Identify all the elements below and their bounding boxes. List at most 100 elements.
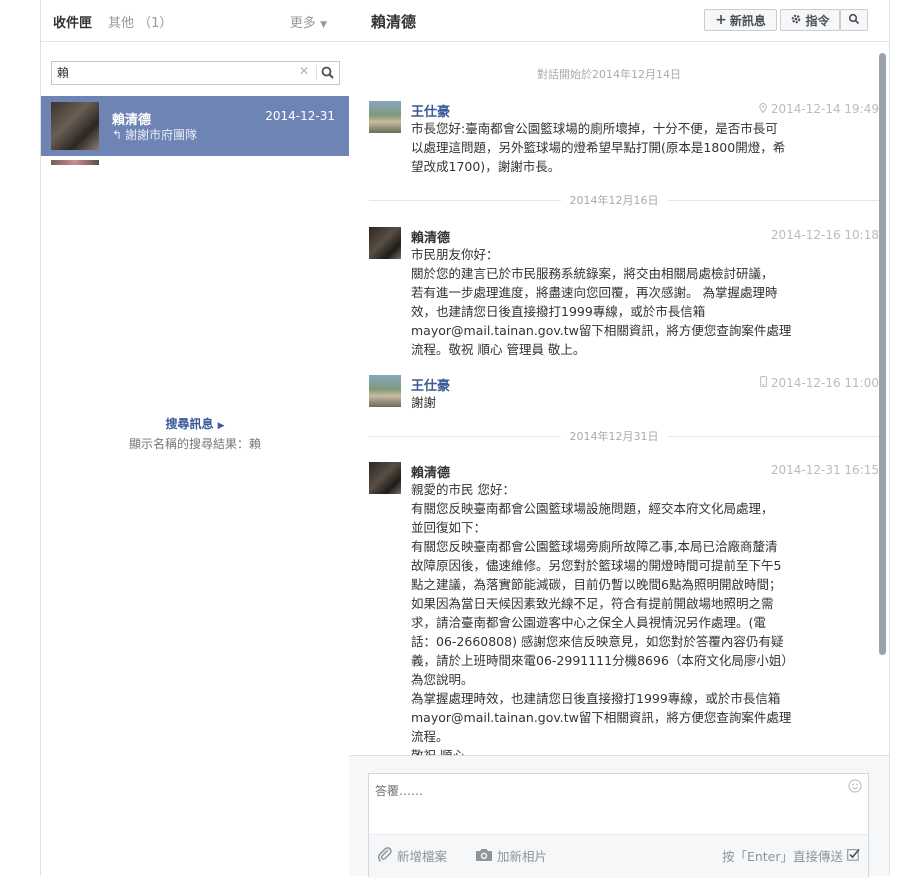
new-message-label: 新訊息: [729, 13, 766, 28]
search-messages-link[interactable]: 搜尋訊息 ▶: [165, 417, 224, 431]
conversation-snippet-text: 謝謝市府團隊: [125, 128, 198, 142]
message-time: 2014-12-16 11:00: [770, 376, 879, 390]
location-pin-icon: [759, 102, 767, 116]
message-line: 效，也建請您日後直接撥打1999專線，或於市長信箱: [411, 304, 706, 319]
reply-input[interactable]: [369, 774, 839, 834]
message-line: 敬祝 順心: [411, 746, 841, 755]
message-line: mayor@mail.tainan.gov.tw留下相關資訊，將方便您查詢案件處…: [411, 710, 792, 725]
conversation-snippet: ↰ 謝謝市府團隊: [112, 126, 197, 143]
message-time: 2014-12-14 19:49: [770, 102, 879, 116]
caret-down-icon: ▼: [320, 20, 327, 30]
conversation-title: 賴清德: [371, 13, 417, 31]
sender-name[interactable]: 賴清德: [411, 227, 450, 246]
search-separator: [316, 65, 317, 80]
add-photo-label: 加新相片: [497, 849, 548, 864]
message-line: 求，請洽臺南都會公園遊客中心之保全人員視情況另作處理。(電: [411, 615, 766, 630]
message-line: 為您說明。: [411, 672, 474, 687]
message-time: 2014-12-16 10:18: [770, 228, 879, 242]
message-line: 義，請於上班時間來電06-2991111分機8696（本府文化局廖小姐）: [411, 653, 794, 668]
clear-search-icon[interactable]: ✕: [299, 64, 309, 78]
message-line: 以處理這問題，另外籃球場的燈希望早點打開(原本是1800開燈，希: [411, 140, 786, 155]
mobile-phone-icon: [759, 376, 767, 390]
message-line: 話：06-2660808) 感謝您來信反映意見，如您對於答覆內容仍有疑: [411, 634, 784, 649]
message: 賴清德 2014-12-31 16:15 親愛的市民 您好： 有關您反映臺南都會…: [369, 462, 879, 755]
plus-icon: +: [715, 12, 727, 28]
emoji-icon[interactable]: [848, 779, 862, 793]
date-divider: 2014年12月31日: [349, 428, 879, 444]
message-line: 並回復如下：: [411, 520, 487, 535]
message-line: 有關您反映臺南都會公園籃球場旁廁所故障乙事,本局已洽廠商釐清: [411, 539, 778, 554]
inbox-panel: 收件匣 其他 （1） 更多 ▼ ✕ 賴清德 2014-12-31 ↰謝謝市府團隊…: [40, 0, 350, 875]
thread-scrollbar[interactable]: [879, 53, 886, 655]
message: 王仕豪 2014-12-16 11:00 謝謝: [369, 375, 879, 415]
composer: 新增檔案 加新相片 按「Enter」直接傳送: [349, 755, 889, 878]
checkbox-checked-icon: [847, 848, 860, 864]
search-icon[interactable]: [320, 65, 336, 81]
avatar[interactable]: [369, 101, 401, 133]
message: 賴清德 2014-12-16 10:18 市民朋友你好： 關於您的建言已於市民服…: [369, 227, 879, 357]
message-line: 點之建議，為落實節能減碳，目前仍暫以晚間6點為照明開啟時間；: [411, 577, 782, 592]
reply-box: 新增檔案 加新相片 按「Enter」直接傳送: [368, 773, 869, 878]
message-line: 親愛的市民 您好：: [411, 482, 515, 497]
conversation-item[interactable]: 賴清德 2014-12-31 ↰ 謝謝市府團隊: [41, 96, 349, 156]
message-line: 有關您反映臺南都會公園籃球場設施問題，經交本府文化局處理，: [411, 501, 774, 516]
add-photo-button[interactable]: 加新相片: [475, 846, 547, 865]
message-body: 市長您好:臺南都會公園籃球場的廁所壞掉，十分不便，是否市長可 以處理這問題，另外…: [411, 119, 841, 176]
inbox-header: 收件匣 其他 （1） 更多 ▼: [41, 0, 349, 42]
avatar[interactable]: [369, 227, 401, 259]
thread-start-label: 對話開始於2014年12月14日: [537, 68, 681, 81]
message-line: 如果因為當日天候因素致光線不足，符合有提前開啟場地照明之需: [411, 596, 774, 611]
message-line: 關於您的建言已於市民服務系統錄案，將交由相關局處檢討研議，: [411, 266, 774, 281]
search-icon: [848, 13, 860, 28]
message-line: 故障原因後，儘速維修。另您對於籃球場的開燈時間可提前至下午5: [411, 558, 782, 573]
sender-name[interactable]: 王仕豪: [411, 375, 450, 394]
search-input[interactable]: [52, 62, 292, 82]
message-line: 市長您好:臺南都會公園籃球場的廁所壞掉，十分不便，是否市長可: [411, 121, 778, 136]
search-conversation-button[interactable]: [840, 9, 868, 31]
new-message-button[interactable]: + 新訊息: [704, 9, 777, 31]
conversation-search: ✕: [51, 61, 340, 85]
message-line: 若有進一步處理進度，將盡速向您回覆，再次感謝。 為掌握處理時: [411, 285, 778, 300]
sender-name[interactable]: 王仕豪: [411, 101, 450, 120]
message-line: 為掌握處理時效，也建請您日後直接撥打1999專線，或於市長信箱: [411, 691, 781, 706]
message-body: 市民朋友你好： 關於您的建言已於市民服務系統錄案，將交由相關局處檢討研議， 若有…: [411, 245, 841, 359]
date-divider-label: 2014年12月16日: [560, 194, 668, 207]
message-line: 謝謝: [411, 395, 437, 410]
avatar: [51, 160, 99, 165]
paperclip-icon: [377, 846, 397, 865]
conversation-date: 2014-12-31: [265, 109, 335, 123]
caret-right-icon: ▶: [217, 421, 225, 431]
message-time: 2014-12-31 16:15: [770, 463, 879, 477]
tab-other[interactable]: 其他 （1）: [108, 12, 172, 31]
camera-icon: [475, 847, 497, 865]
actions-button[interactable]: 指令: [780, 9, 840, 31]
add-file-button[interactable]: 新增檔案: [377, 846, 447, 865]
sender-name[interactable]: 賴清德: [411, 462, 450, 481]
more-menu[interactable]: 更多 ▼: [290, 12, 327, 31]
message-line: 市民朋友你好：: [411, 247, 499, 262]
add-file-label: 新增檔案: [397, 849, 448, 864]
actions-label: 指令: [805, 13, 830, 28]
message-line: 流程。敬祝 順心 管理員 敬上。: [411, 342, 586, 357]
tab-inbox[interactable]: 收件匣: [53, 12, 92, 31]
search-result-note: 顯示名稱的搜尋結果：賴: [128, 437, 261, 451]
enter-to-send-toggle[interactable]: 按「Enter」直接傳送: [722, 846, 860, 865]
message-line: 流程。: [411, 729, 449, 744]
search-messages-label: 搜尋訊息: [165, 417, 214, 431]
composer-toolbar: 新增檔案 加新相片 按「Enter」直接傳送: [369, 834, 868, 878]
avatar: [51, 102, 99, 150]
more-label: 更多: [289, 16, 316, 31]
gear-icon: [790, 13, 802, 28]
date-divider-label: 2014年12月31日: [560, 430, 668, 443]
enter-send-label: 按「Enter」直接傳送: [721, 849, 843, 864]
message-timestamp: 2014-12-14 19:49: [759, 102, 879, 116]
conversation-panel: 賴清德 + 新訊息 指令 對話開始於2014年12月14日 王仕豪 2014-1…: [349, 0, 890, 878]
message-thread[interactable]: 對話開始於2014年12月14日 王仕豪 2014-12-14 19:49 市長…: [349, 51, 889, 755]
avatar[interactable]: [369, 375, 401, 407]
message: 王仕豪 2014-12-14 19:49 市長您好:臺南都會公園籃球場的廁所壞掉…: [369, 101, 879, 174]
date-divider: 2014年12月16日: [349, 192, 879, 208]
conversation-header: 賴清德 + 新訊息 指令: [349, 0, 889, 42]
message-timestamp: 2014-12-16 11:00: [759, 376, 879, 390]
search-messages-section: 搜尋訊息 ▶ 顯示名稱的搜尋結果：賴: [41, 415, 349, 452]
avatar[interactable]: [369, 462, 401, 494]
